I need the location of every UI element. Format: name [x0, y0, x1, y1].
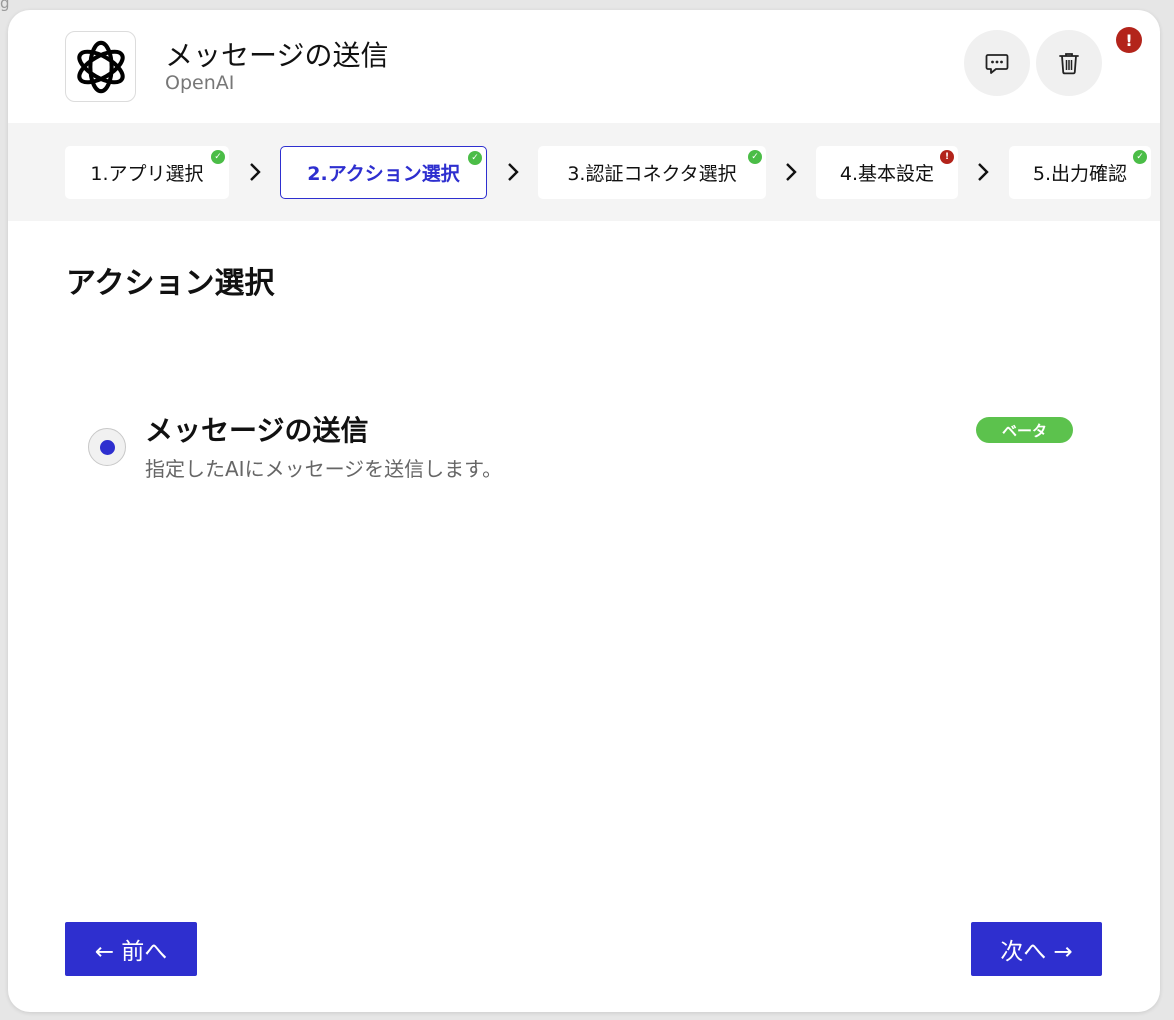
- action-description: 指定したAIにメッセージを送信します。: [145, 457, 503, 481]
- check-icon: ✓: [748, 150, 762, 164]
- chevron-right-icon: [508, 163, 519, 181]
- chevron-right-icon: [786, 163, 797, 181]
- step-app-select[interactable]: 1.アプリ選択 ✓: [65, 146, 229, 199]
- comment-icon: [985, 54, 1009, 74]
- chevron-right-icon: [978, 163, 989, 181]
- beta-badge: ベータ: [976, 417, 1073, 443]
- action-settings-modal: メッセージの送信 OpenAI ! 1.アプリ選択 ✓ 2.アクション選択 ✓ …: [8, 10, 1160, 1012]
- action-option-send-message[interactable]: メッセージの送信 指定したAIにメッセージを送信します。 ベータ: [83, 405, 1083, 495]
- step-label: 3.認証コネクタ選択: [567, 163, 737, 185]
- check-icon: ✓: [468, 151, 482, 165]
- step-label: 2.アクション選択: [307, 163, 460, 185]
- radio-selected-dot: [99, 439, 115, 455]
- page-title: メッセージの送信: [165, 39, 389, 72]
- chevron-right-icon: [250, 163, 261, 181]
- app-name: OpenAI: [165, 72, 235, 94]
- check-icon: ✓: [1133, 150, 1147, 164]
- error-icon: !: [940, 150, 954, 164]
- next-button[interactable]: 次へ →: [971, 922, 1102, 976]
- step-navigation: 1.アプリ選択 ✓ 2.アクション選択 ✓ 3.認証コネクタ選択 ✓ 4.基本設…: [8, 123, 1160, 221]
- step-label: 1.アプリ選択: [90, 163, 204, 185]
- step-basic-settings[interactable]: 4.基本設定 !: [816, 146, 958, 199]
- trash-icon: [1059, 53, 1079, 75]
- openai-logo-icon: [65, 31, 136, 102]
- action-radio[interactable]: [88, 428, 126, 466]
- prev-button[interactable]: ← 前へ: [65, 922, 197, 976]
- step-action-select[interactable]: 2.アクション選択 ✓: [280, 146, 487, 199]
- step-auth-connector-select[interactable]: 3.認証コネクタ選択 ✓: [538, 146, 766, 199]
- error-badge: !: [1116, 27, 1142, 53]
- delete-button[interactable]: [1036, 30, 1102, 96]
- check-icon: ✓: [211, 150, 225, 164]
- comment-button[interactable]: [964, 30, 1030, 96]
- action-title: メッセージの送信: [145, 414, 369, 447]
- step-label: 5.出力確認: [1032, 163, 1128, 185]
- step-output-confirm[interactable]: 5.出力確認 ✓: [1009, 146, 1151, 199]
- step-label: 4.基本設定: [839, 163, 935, 185]
- section-title: アクション選択: [66, 266, 275, 301]
- modal-header: メッセージの送信 OpenAI !: [8, 10, 1160, 123]
